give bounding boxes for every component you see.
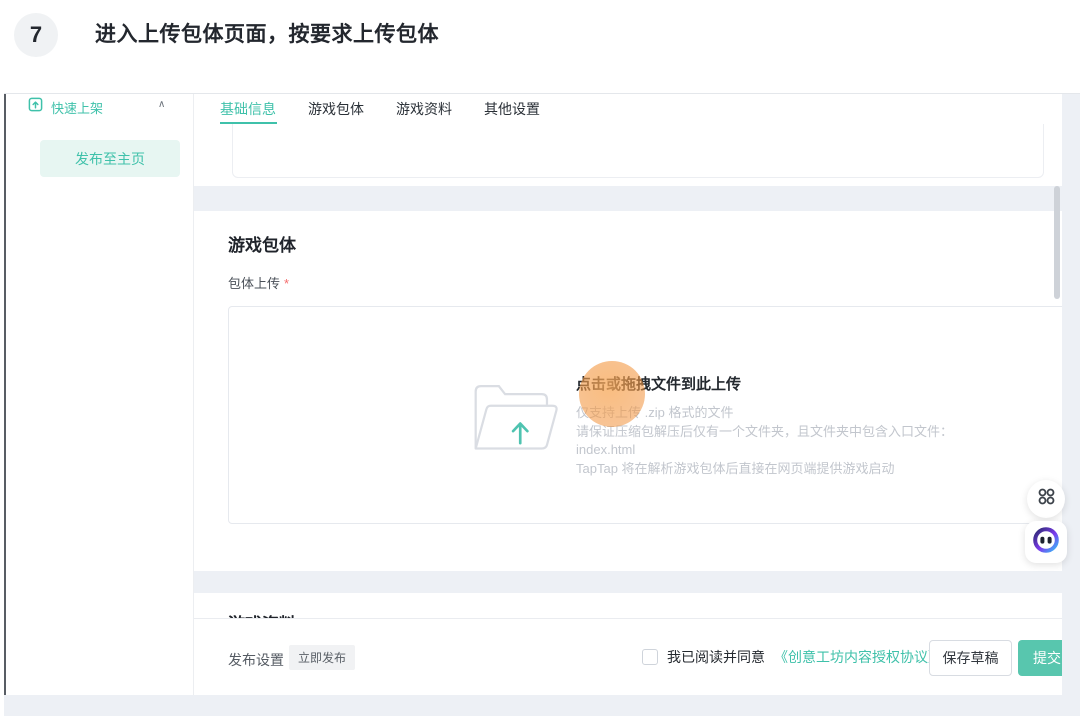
submit-button[interactable]: 提交 xyxy=(1018,640,1062,676)
sidebar: 快速上架 ∧ 发布至主页 xyxy=(6,94,194,695)
tab-game-package[interactable]: 游戏包体 xyxy=(308,99,364,119)
assistant-button[interactable] xyxy=(1025,521,1067,563)
game-materials-card-clipped: 游戏资料 xyxy=(194,593,1062,618)
bottom-action-bar: 发布设置 立即发布 我已阅读并同意 《创意工坊内容授权协议》 保存草稿 提交 xyxy=(194,618,1062,695)
tabs-bar: 基础信息 游戏包体 游戏资料 其他设置 xyxy=(194,94,1062,124)
dropzone-hint-2: 请保证压缩包解压后仅有一个文件夹，且文件夹中包含入口文件： xyxy=(576,423,954,439)
dropzone-title: 点击或拖拽文件到此上传 xyxy=(576,376,742,393)
dropzone-hint-1: 仅支持上传 .zip 格式的文件 xyxy=(576,405,734,420)
agreement-text: 我已阅读并同意 xyxy=(667,649,765,665)
four-dots-grid-icon xyxy=(1037,487,1056,511)
agreement-group: 我已阅读并同意 《创意工坊内容授权协议》 xyxy=(642,619,942,695)
next-section-heading: 游戏资料 xyxy=(228,610,296,618)
sidebar-item-label: 发布至主页 xyxy=(75,150,145,167)
app-screenshot: 快速上架 ∧ 发布至主页 基础信息 游戏包体 游戏资料 其他设置 游戏包体 包体… xyxy=(4,93,1080,716)
vertical-scrollbar-thumb[interactable] xyxy=(1054,186,1060,299)
open-folder-upload-icon xyxy=(465,377,563,468)
tutorial-card: 7 进入上传包体页面，按要求上传包体 快速上架 ∧ 发布至主页 基础信息 游戏包… xyxy=(0,0,1080,716)
step-number-badge: 7 xyxy=(14,13,58,57)
basic-info-card-clipped xyxy=(194,124,1062,186)
publish-settings-label: 发布设置 xyxy=(228,652,284,668)
save-draft-button[interactable]: 保存草稿 xyxy=(929,640,1012,676)
file-dropzone[interactable]: 点击或拖拽文件到此上传 仅支持上传 .zip 格式的文件 请保证压缩包解压后仅有… xyxy=(228,306,1062,524)
game-package-card: 游戏包体 包体上传 * 点击或拖拽文件到此上传 仅支持上传 .zip 格式的文件… xyxy=(194,211,1062,571)
content-area: 基础信息 游戏包体 游戏资料 其他设置 游戏包体 包体上传 * 点击或拖拽文件到… xyxy=(194,94,1062,695)
tab-other-settings[interactable]: 其他设置 xyxy=(484,99,540,119)
tab-game-materials[interactable]: 游戏资料 xyxy=(396,99,452,119)
agreement-link[interactable]: 《创意工坊内容授权协议》 xyxy=(774,647,942,667)
chevron-up-icon[interactable]: ∧ xyxy=(158,99,165,110)
sidebar-item-publish-to-home[interactable]: 发布至主页 xyxy=(40,140,180,177)
dropzone-hint-3: index.html xyxy=(576,442,636,457)
dropzone-text: 点击或拖拽文件到此上传 仅支持上传 .zip 格式的文件 请保证压缩包解压后仅有… xyxy=(576,373,953,478)
required-asterisk: * xyxy=(284,276,290,291)
step-title: 进入上传包体页面，按要求上传包体 xyxy=(95,23,439,46)
dropzone-hint-4: TapTap 将在解析游戏包体后直接在网页端提供游戏启动 xyxy=(576,460,895,476)
sidebar-group-quick-launch[interactable]: 快速上架 xyxy=(28,97,103,117)
tab-basic-info[interactable]: 基础信息 xyxy=(220,99,276,119)
publish-now-badge: 立即发布 xyxy=(289,645,356,670)
step-number: 7 xyxy=(29,22,43,47)
upload-field-label: 包体上传 * xyxy=(228,276,290,291)
sidebar-group-label: 快速上架 xyxy=(51,100,104,116)
section-heading: 游戏包体 xyxy=(228,236,296,255)
quick-launch-icon xyxy=(28,97,43,117)
robot-face-icon xyxy=(1030,524,1062,561)
text-input-clipped[interactable] xyxy=(232,124,1044,178)
widget-grid-button[interactable] xyxy=(1027,480,1065,518)
agreement-checkbox[interactable] xyxy=(642,649,658,665)
